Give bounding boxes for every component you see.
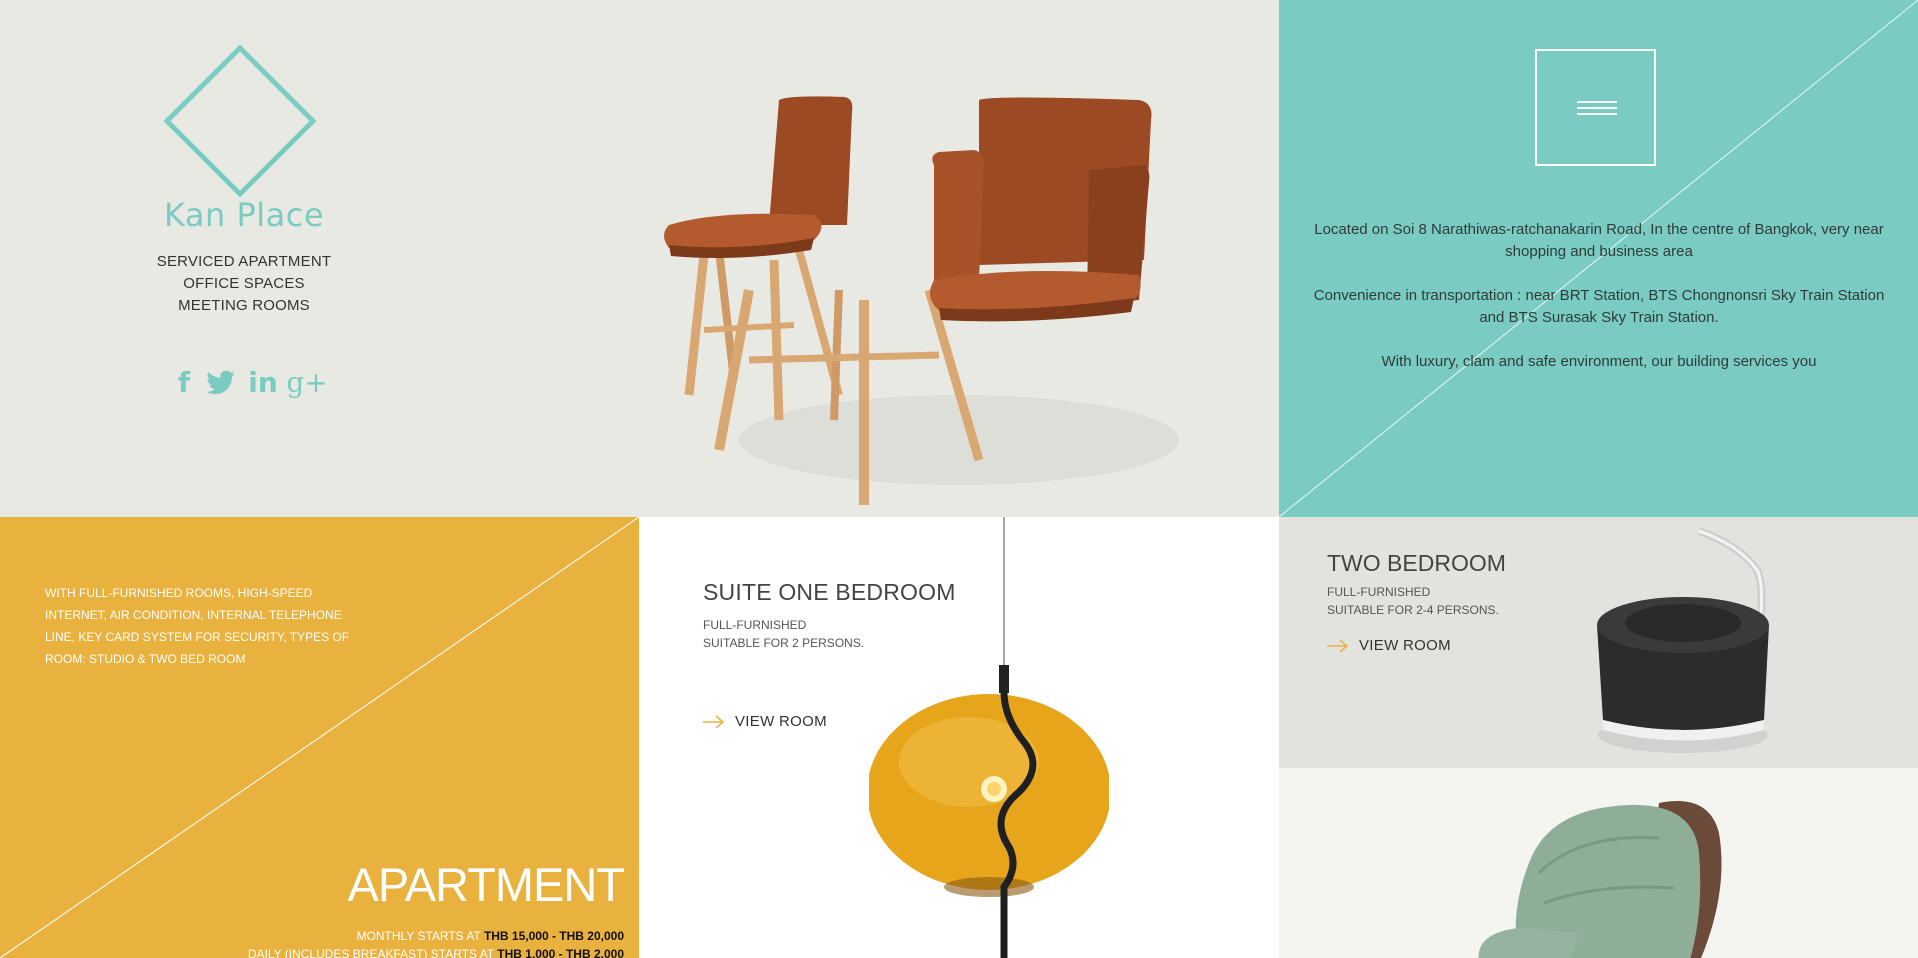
hamburger-icon (1577, 101, 1617, 103)
room-description: FULL-FURNISHED SUITABLE FOR 2 PERSONS. (703, 618, 865, 650)
hero-chairs-image (639, 0, 1279, 517)
apartment-features: WITH FULL-FURNISHED ROOMS, HIGH-SPEED IN… (45, 586, 350, 666)
lounge-chair-illustration (1478, 801, 1722, 958)
leather-chairs-illustration (664, 96, 1179, 505)
about-paragraph: Convenience in transportation : near BRT… (1313, 287, 1885, 326)
about-panel: Located on Soi 8 Narathiwas-ratchanakari… (1279, 0, 1918, 517)
monthly-price: MONTHLY STARTS AT THB 15,000 - THB 20,00… (356, 929, 624, 943)
room-title: TWO BEDROOM (1327, 550, 1506, 576)
service-item: MEETING ROOMS (178, 297, 310, 314)
diamond-logo-icon (164, 45, 316, 197)
pendant-lamp-image (869, 517, 1109, 958)
kettle-image (1597, 527, 1769, 753)
brand-name: Kan Place (163, 196, 325, 234)
green-chair-image (1279, 768, 1918, 958)
social-links: f in g+ (174, 365, 328, 401)
about-paragraph: With luxury, clam and safe environment, … (1381, 353, 1817, 370)
arrow-right-icon (1327, 638, 1349, 653)
service-item: OFFICE SPACES (183, 275, 305, 292)
two-bedroom-card: TWO BEDROOM FULL-FURNISHED SUITABLE FOR … (1279, 517, 1918, 768)
linkedin-icon[interactable]: in (248, 365, 278, 401)
twitter-icon[interactable] (206, 365, 236, 401)
apartment-panel: WITH FULL-FURNISHED ROOMS, HIGH-SPEED IN… (0, 517, 639, 958)
about-paragraph: Located on Soi 8 Narathiwas-ratchanakari… (1314, 221, 1884, 260)
suite-room-card: SUITE ONE BEDROOM FULL-FURNISHED SUITABL… (639, 517, 1279, 958)
google-plus-icon[interactable]: g+ (286, 365, 327, 401)
arrow-right-icon (703, 714, 725, 729)
apartment-title[interactable]: APARTMENT (347, 857, 625, 912)
menu-button[interactable] (1535, 49, 1656, 166)
view-room-link[interactable]: VIEW ROOM (1327, 637, 1451, 654)
daily-price: DAILY (INCLUDES BREAKFAST) STARTS AT THB… (247, 947, 624, 958)
brand-panel: Kan Place SERVICED APARTMENT OFFICE SPAC… (0, 0, 639, 517)
service-item: SERVICED APARTMENT (156, 253, 332, 270)
about-text: Located on Soi 8 Narathiwas-ratchanakari… (1309, 219, 1889, 395)
room-description: FULL-FURNISHED SUITABLE FOR 2-4 PERSONS. (1327, 585, 1499, 617)
view-room-link[interactable]: VIEW ROOM (703, 713, 827, 730)
facebook-icon[interactable]: f (174, 365, 194, 401)
services-list: SERVICED APARTMENT OFFICE SPACES MEETING… (0, 251, 488, 317)
